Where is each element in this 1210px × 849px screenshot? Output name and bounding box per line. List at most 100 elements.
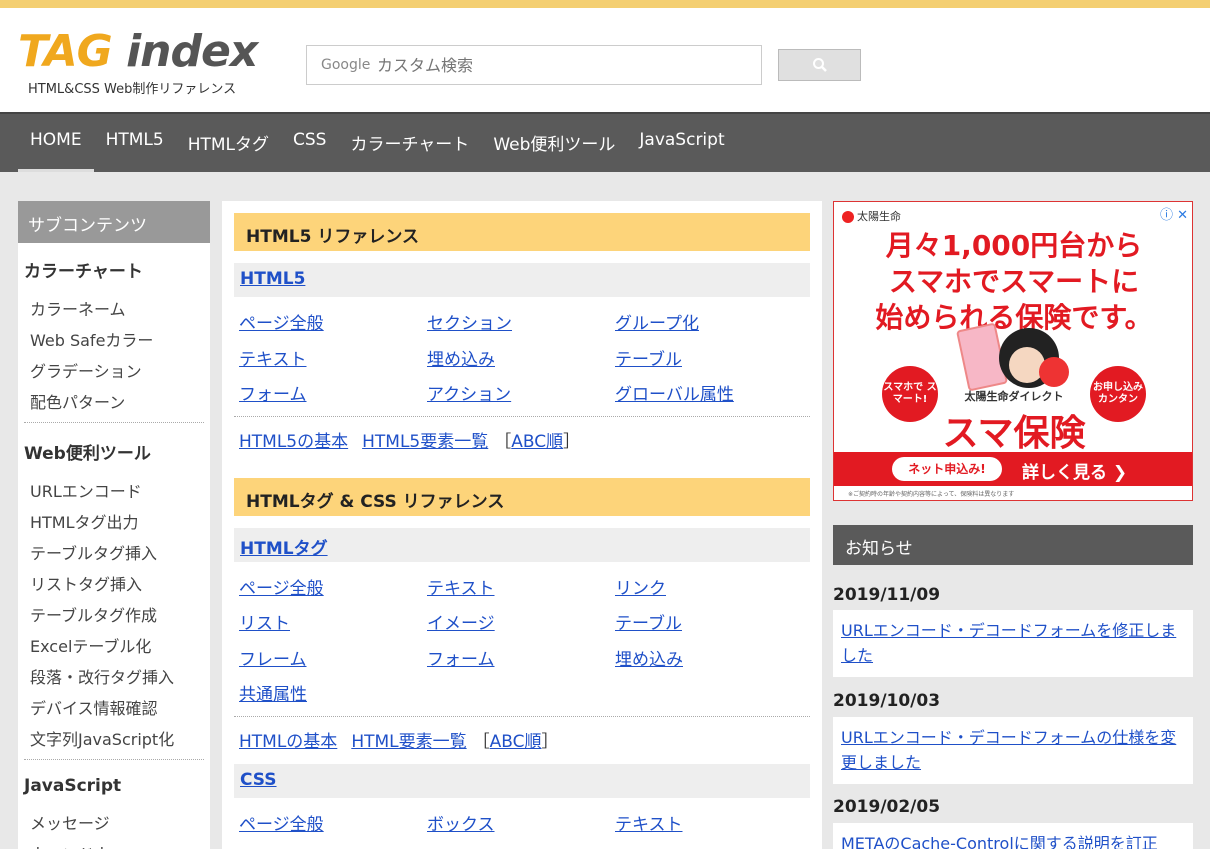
ad-line: スマホでスマートに xyxy=(888,265,1140,298)
subheading-html-tags: HTMLタグ xyxy=(234,527,810,562)
search-icon xyxy=(812,58,827,72)
sidebar-item[interactable]: 文字列JavaScript化 xyxy=(24,720,204,751)
grid-link[interactable]: テキスト xyxy=(610,810,798,846)
nav-javascript[interactable]: JavaScript xyxy=(627,114,736,172)
search-input[interactable] xyxy=(377,52,747,78)
html5-elements-link[interactable]: HTML5要素一覧 xyxy=(362,432,488,452)
html5-footer-links: HTML5の基本 HTML5要素一覧 ［ABC順］ xyxy=(234,415,810,464)
sidebar-item[interactable]: デバイス情報確認 xyxy=(24,689,204,720)
html5-link-grid: ページ全般 セクション グループ化 テキスト 埋め込み テーブル フォーム アク… xyxy=(234,309,810,416)
section-heading-tag-css: HTMLタグ & CSS リファレンス xyxy=(234,477,810,516)
grid-link[interactable]: ボックス xyxy=(422,810,610,846)
sidebar-item[interactable]: Web Safeカラー xyxy=(24,321,204,352)
divider xyxy=(24,759,204,760)
advertisement-banner[interactable]: 太陽生命 ⓘ ✕ 月々1,000円台から スマホでスマートに 始められる保険です… xyxy=(833,201,1193,501)
news-item: URLエンコード・デコードフォームの仕様を変更しました xyxy=(833,717,1193,784)
grid-link[interactable]: テキスト xyxy=(422,574,610,610)
grid-link[interactable]: イメージ xyxy=(422,609,610,645)
section-heading-html5: HTML5 リファレンス xyxy=(234,213,810,251)
css-link-grid: ページ全般 ボックス テキスト xyxy=(234,810,810,846)
sidebar-item[interactable]: テーブルタグ挿入 xyxy=(24,534,204,565)
nav-html5[interactable]: HTML5 xyxy=(94,114,176,172)
nav-home[interactable]: HOME xyxy=(18,114,94,172)
grid-link[interactable]: ページ全般 xyxy=(234,309,422,345)
sidebar-item[interactable]: ウィンドウ xyxy=(24,835,204,849)
nav-web-tools[interactable]: Web便利ツール xyxy=(481,114,627,172)
sidebar-item[interactable]: メッセージ xyxy=(24,804,204,835)
sidebar-item[interactable]: 段落・改行タグ挿入 xyxy=(24,658,204,689)
grid-link[interactable]: 埋め込み xyxy=(422,345,610,381)
subheading-html5: HTML5 xyxy=(234,263,810,297)
news-link[interactable]: URLエンコード・デコードフォームの仕様を変更しました xyxy=(841,728,1176,772)
grid-link[interactable]: テーブル xyxy=(610,609,798,645)
ad-cta-bar xyxy=(834,452,1192,486)
sidebar-item[interactable]: テーブルタグ作成 xyxy=(24,596,204,627)
grid-link[interactable]: リスト xyxy=(234,609,422,645)
sidebar-item[interactable]: カラーネーム xyxy=(24,290,204,321)
search-button[interactable] xyxy=(778,49,861,81)
ad-fine-print: ※ご契約時の年齢や契約内容等によって、保険料は異なります xyxy=(848,491,1015,498)
html-elements-link[interactable]: HTML要素一覧 xyxy=(351,732,466,752)
sidebar: サブコンテンツ カラーチャート カラーネーム Web Safeカラー グラデーシ… xyxy=(18,201,210,849)
news-link[interactable]: METAのCache-Controlに関する説明を訂正 xyxy=(841,834,1158,849)
grid-link[interactable]: グローバル属性 xyxy=(610,380,798,416)
news-date: 2019/02/05 xyxy=(833,797,941,817)
news-link[interactable]: URLエンコード・デコードフォームを修正しました xyxy=(841,621,1176,665)
ad-choices-icon[interactable]: ⓘ ✕ xyxy=(1160,204,1188,223)
grid-link[interactable]: グループ化 xyxy=(610,309,798,345)
sidebar-section-title: Web便利ツール xyxy=(24,444,151,464)
html-tags-link[interactable]: HTMLタグ xyxy=(240,539,328,559)
html-abc-link[interactable]: ABC順 xyxy=(490,732,542,752)
sidebar-item[interactable]: リストタグ挿入 xyxy=(24,565,204,596)
sidebar-section-color: カラーチャート カラーネーム Web Safeカラー グラデーション 配色パター… xyxy=(18,243,210,423)
news-date: 2019/11/09 xyxy=(833,585,941,605)
nav-css[interactable]: CSS xyxy=(281,114,338,172)
search-box[interactable]: Google xyxy=(306,45,762,85)
subheading-css: CSS xyxy=(234,763,810,798)
main-content: HTML5 リファレンス HTML5 ページ全般 セクション グループ化 テキス… xyxy=(222,201,822,849)
sidebar-item[interactable]: 配色パターン xyxy=(24,383,204,414)
google-brand-label: Google xyxy=(321,57,371,73)
sidebar-section-title: カラーチャート xyxy=(24,262,143,282)
sidebar-item[interactable]: グラデーション xyxy=(24,352,204,383)
grid-link[interactable]: ページ全般 xyxy=(234,810,422,846)
logo-tag-text: TAG xyxy=(18,26,113,77)
nav-color-chart[interactable]: カラーチャート xyxy=(338,114,481,172)
news-item: METAのCache-Controlに関する説明を訂正 xyxy=(833,823,1193,849)
ad-details-link[interactable]: 詳しく見る ❯ xyxy=(1022,458,1127,483)
grid-link[interactable]: フォーム xyxy=(422,645,610,681)
sidebar-item[interactable]: Excelテーブル化 xyxy=(24,627,204,658)
grid-link[interactable]: テキスト xyxy=(234,345,422,381)
brand-logo-icon xyxy=(842,211,854,223)
tag-link-grid: ページ全般 テキスト リンク リスト イメージ テーブル フレーム フォーム 埋… xyxy=(234,574,810,716)
main-nav: HOME HTML5 HTMLタグ CSS カラーチャート Web便利ツール J… xyxy=(0,112,1210,172)
grid-link[interactable]: フォーム xyxy=(234,380,422,416)
css-link[interactable]: CSS xyxy=(240,770,277,790)
sidebar-item[interactable]: HTMLタグ出力 xyxy=(24,503,204,534)
html5-basics-link[interactable]: HTML5の基本 xyxy=(239,432,348,452)
grid-link[interactable]: アクション xyxy=(422,380,610,416)
grid-link[interactable]: セクション xyxy=(422,309,610,345)
grid-link[interactable]: 埋め込み xyxy=(610,645,798,681)
grid-link[interactable]: フレーム xyxy=(234,645,422,681)
bracket-close: ］ xyxy=(541,731,559,752)
html5-abc-link[interactable]: ABC順 xyxy=(511,432,563,452)
grid-link[interactable]: テーブル xyxy=(610,345,798,381)
nav-html-tags[interactable]: HTMLタグ xyxy=(176,114,281,172)
divider xyxy=(24,422,204,423)
ad-apply-button[interactable]: ネット申込み! xyxy=(892,457,1002,481)
grid-link[interactable]: ページ全般 xyxy=(234,574,422,610)
bracket-open: ［ xyxy=(472,731,490,752)
logo-subtitle: HTML&CSS Web制作リファレンス xyxy=(28,82,237,97)
sidebar-heading: サブコンテンツ xyxy=(18,201,210,243)
ad-product-sub: 太陽生命ダイレクト xyxy=(964,390,1064,403)
grid-link[interactable]: 共通属性 xyxy=(234,680,422,716)
html-basics-link[interactable]: HTMLの基本 xyxy=(239,732,337,752)
html5-link[interactable]: HTML5 xyxy=(240,269,305,289)
right-column: 太陽生命 ⓘ ✕ 月々1,000円台から スマホでスマートに 始められる保険です… xyxy=(833,201,1193,849)
sidebar-section-js: JavaScript メッセージ ウィンドウ xyxy=(18,762,210,849)
site-logo[interactable]: TAG index HTML&CSS Web制作リファレンス xyxy=(18,28,278,108)
grid-link[interactable]: リンク xyxy=(610,574,798,610)
bracket-close: ］ xyxy=(563,431,581,452)
sidebar-item[interactable]: URLエンコード xyxy=(24,472,204,503)
